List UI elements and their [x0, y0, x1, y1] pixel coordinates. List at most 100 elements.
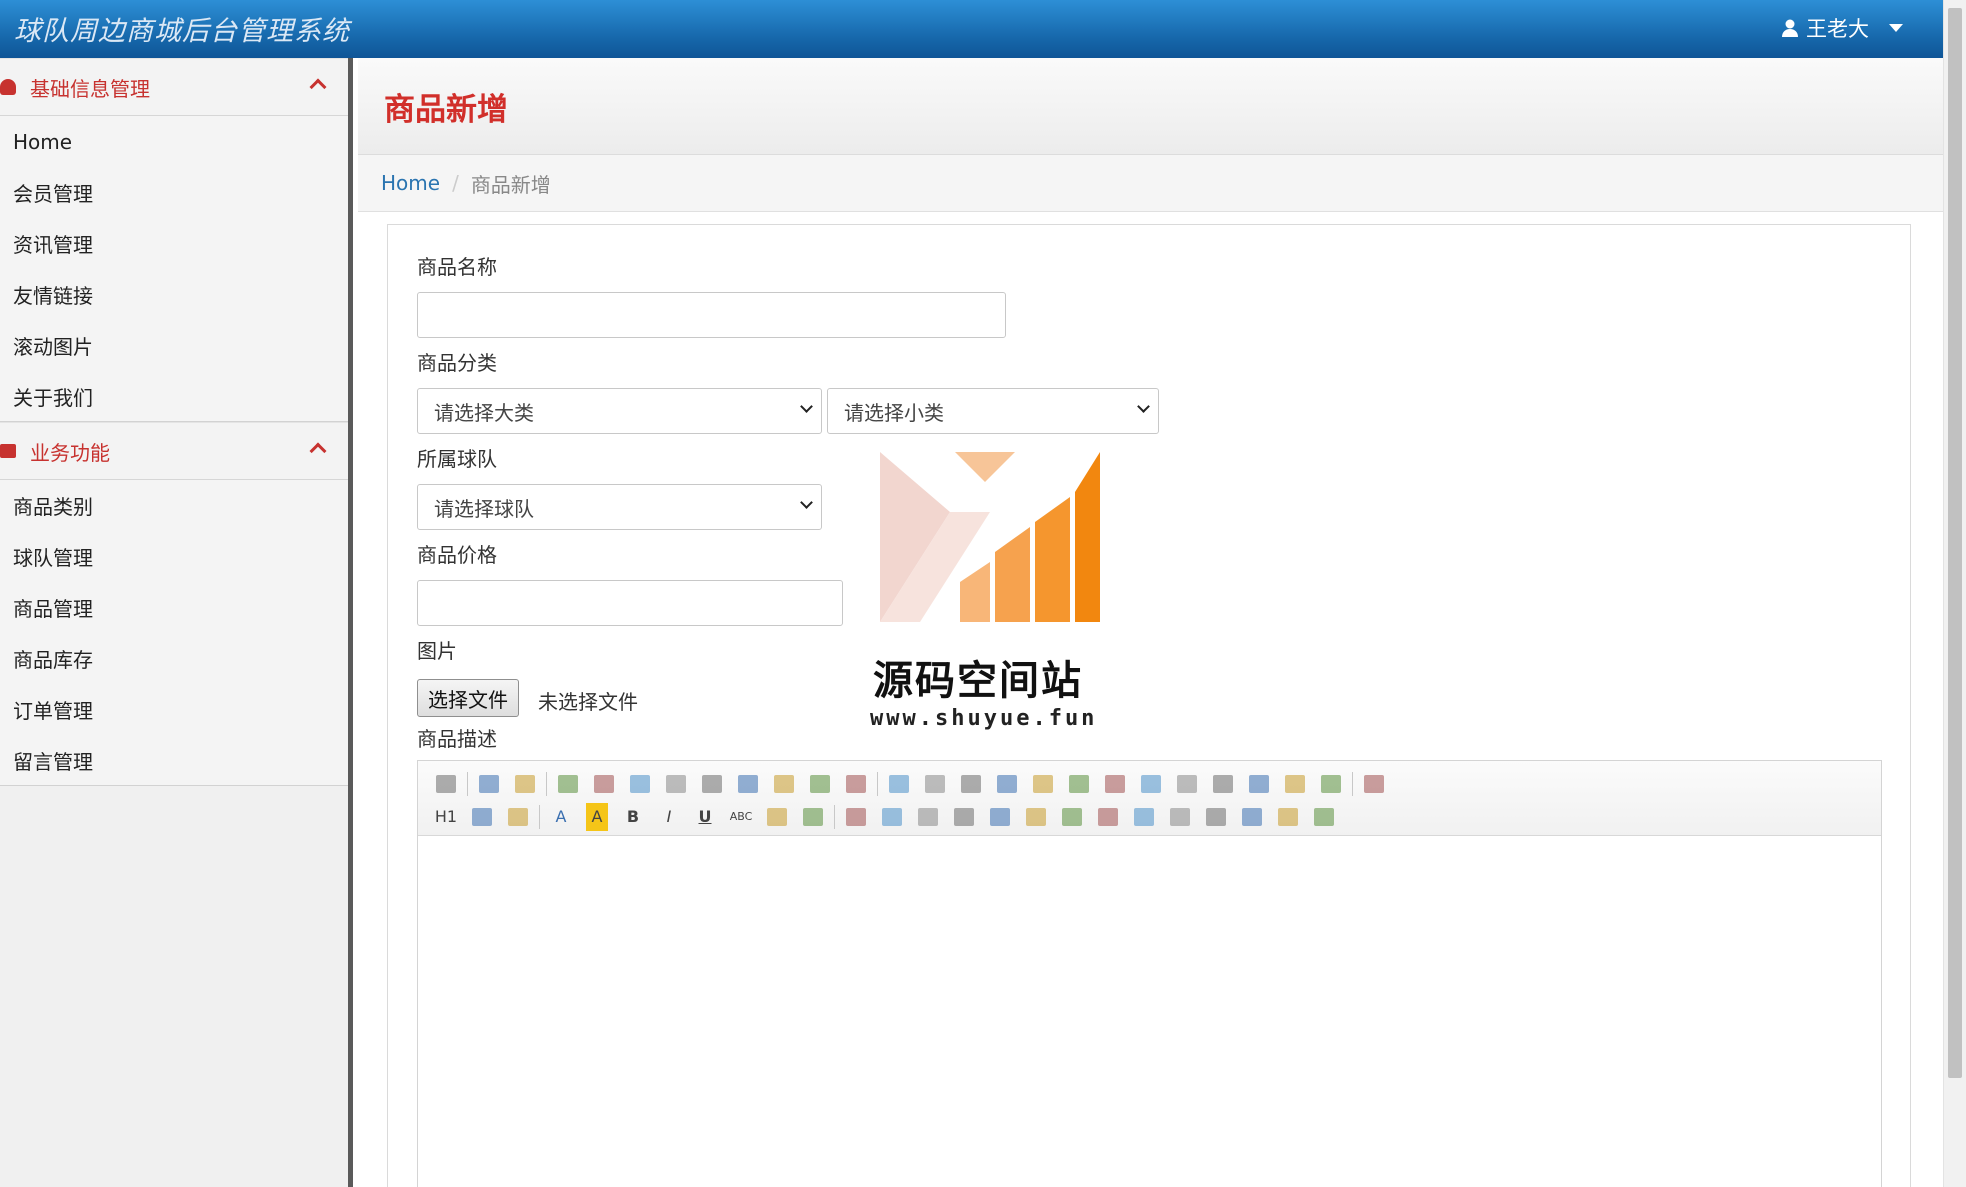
breadcrumb-separator: / — [452, 171, 459, 195]
multi-image-icon[interactable] — [874, 803, 910, 831]
sidebar-item-categories[interactable]: 商品类别 — [0, 480, 348, 531]
link-icon[interactable] — [1234, 803, 1270, 831]
image-icon[interactable] — [838, 803, 874, 831]
sidebar-item-messages[interactable]: 留言管理 — [0, 735, 348, 786]
paste-word-icon[interactable] — [838, 770, 874, 798]
sidebar-item-teams[interactable]: 球队管理 — [0, 531, 348, 582]
outdent-icon[interactable] — [1133, 770, 1169, 798]
choose-file-button[interactable]: 选择文件 — [417, 679, 519, 717]
page-title: 商品新增 — [384, 92, 508, 128]
toolbar-separator — [467, 771, 468, 796]
anchor-icon[interactable] — [1198, 803, 1234, 831]
sidebar-section-title: 业务功能 — [30, 440, 110, 465]
template-icon[interactable] — [622, 770, 658, 798]
help-icon[interactable] — [1306, 803, 1342, 831]
align-left-icon[interactable] — [881, 770, 917, 798]
indent-icon[interactable] — [1097, 770, 1133, 798]
chevron-up-icon — [309, 78, 327, 96]
hr-icon[interactable] — [759, 803, 795, 831]
team-label: 所属球队 — [417, 447, 497, 471]
align-right-icon[interactable] — [953, 770, 989, 798]
sidebar-item-carousel[interactable]: 滚动图片 — [0, 320, 348, 371]
toolbar-separator — [1352, 771, 1353, 796]
category-minor-select[interactable]: 请选择小类 — [827, 388, 1159, 434]
underline-icon[interactable]: U — [687, 803, 723, 831]
sidebar-item-about[interactable]: 关于我们 — [0, 371, 348, 422]
watermark-name: 源码空间站 — [873, 658, 1083, 704]
description-label: 商品描述 — [417, 727, 497, 751]
scrollbar-thumb[interactable] — [1948, 8, 1962, 1078]
copy-icon[interactable] — [730, 770, 766, 798]
category-major-select[interactable]: 请选择大类 — [417, 388, 822, 434]
align-center-icon[interactable] — [917, 770, 953, 798]
chevron-up-icon — [309, 442, 327, 460]
chevron-down-icon — [800, 496, 813, 509]
user-icon — [1782, 19, 1798, 37]
eraser-icon[interactable] — [795, 803, 831, 831]
font-size-icon[interactable] — [500, 803, 536, 831]
italic-icon[interactable]: I — [651, 803, 687, 831]
sidebar-item-orders[interactable]: 订单管理 — [0, 684, 348, 735]
sidebar-item-inventory[interactable]: 商品库存 — [0, 633, 348, 684]
paste-icon[interactable] — [766, 770, 802, 798]
ordered-list-icon[interactable] — [1025, 770, 1061, 798]
paste-text-icon[interactable] — [802, 770, 838, 798]
sidebar-section-business[interactable]: 业务功能 — [0, 422, 348, 480]
chevron-down-icon — [1137, 400, 1150, 413]
highlight-icon[interactable]: A — [586, 802, 608, 831]
toolbar-row-2: H1 A A B I U ABC — [428, 800, 1881, 833]
font-color-icon[interactable]: A — [543, 803, 579, 831]
team-select[interactable]: 请选择球队 — [417, 484, 822, 530]
fullscreen-icon[interactable] — [1356, 770, 1392, 798]
table-icon[interactable] — [1018, 803, 1054, 831]
pagebreak-icon[interactable] — [1162, 803, 1198, 831]
unlink-icon[interactable] — [1270, 803, 1306, 831]
name-label: 商品名称 — [417, 255, 497, 279]
undo-icon[interactable] — [471, 770, 507, 798]
toolbar-separator — [834, 804, 835, 829]
breadcrumb-current: 商品新增 — [470, 172, 551, 197]
media-icon[interactable] — [946, 803, 982, 831]
font-family-icon[interactable] — [464, 803, 500, 831]
editor-toolbar: H1 A A B I U ABC — [418, 761, 1881, 836]
bold-icon[interactable]: B — [615, 803, 651, 831]
insert-hr-icon[interactable] — [1054, 803, 1090, 831]
flash-icon[interactable] — [910, 803, 946, 831]
emoticon-icon[interactable] — [1090, 803, 1126, 831]
page-scrollbar[interactable] — [1943, 0, 1966, 1187]
map-icon[interactable] — [1126, 803, 1162, 831]
print-icon[interactable] — [586, 770, 622, 798]
attachment-icon[interactable] — [982, 803, 1018, 831]
select-all-icon[interactable] — [1277, 770, 1313, 798]
sidebar-section-basic[interactable]: 基础信息管理 — [0, 58, 348, 116]
source-icon[interactable] — [428, 770, 464, 798]
cut-icon[interactable] — [694, 770, 730, 798]
app-title: 球队周边商城后台管理系统 — [14, 16, 350, 47]
toolbar-row-1 — [428, 767, 1881, 800]
price-label: 商品价格 — [417, 543, 497, 567]
cursor-icon[interactable] — [1313, 770, 1349, 798]
sidebar-item-products[interactable]: 商品管理 — [0, 582, 348, 633]
code-icon[interactable] — [658, 770, 694, 798]
preview-icon[interactable] — [550, 770, 586, 798]
clear-format-icon[interactable] — [1241, 770, 1277, 798]
superscript-icon[interactable] — [1205, 770, 1241, 798]
heading-icon[interactable]: H1 — [428, 803, 464, 831]
sidebar-item-members[interactable]: 会员管理 — [0, 167, 348, 218]
strikethrough-icon[interactable]: ABC — [723, 803, 759, 831]
toolbar-separator — [877, 771, 878, 796]
redo-icon[interactable] — [507, 770, 543, 798]
product-name-input[interactable] — [417, 292, 1006, 338]
editor-body[interactable] — [418, 836, 1881, 1187]
sidebar-item-home[interactable]: Home — [0, 116, 348, 167]
image-label: 图片 — [417, 639, 457, 663]
breadcrumb-home-link[interactable]: Home — [381, 171, 440, 195]
sidebar-item-links[interactable]: 友情链接 — [0, 269, 348, 320]
form-panel: 商品名称 商品分类 请选择大类 请选择小类 所属球队 请选择球队 商品价格 图片… — [387, 224, 1911, 1187]
sidebar-item-news[interactable]: 资讯管理 — [0, 218, 348, 269]
unordered-list-icon[interactable] — [1061, 770, 1097, 798]
user-menu[interactable]: 王老大 — [1782, 13, 1903, 43]
justify-icon[interactable] — [989, 770, 1025, 798]
price-input[interactable] — [417, 580, 843, 626]
subscript-icon[interactable] — [1169, 770, 1205, 798]
